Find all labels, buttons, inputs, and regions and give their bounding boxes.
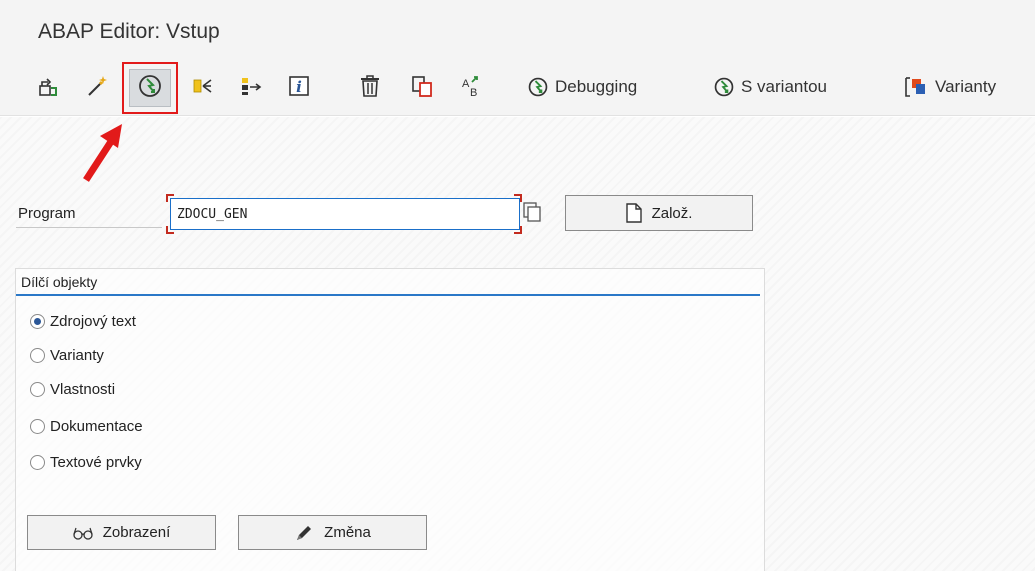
- execute-icon[interactable]: [136, 72, 164, 100]
- debugging-label: Debugging: [555, 77, 638, 96]
- display-label: Zobrazení: [102, 524, 171, 541]
- svg-text:B: B: [470, 87, 477, 99]
- debugging-button[interactable]: Debugging: [527, 72, 637, 102]
- radio-attributes[interactable]: Vlastnosti: [30, 381, 115, 398]
- svg-text:i: i: [296, 78, 302, 96]
- radio-label: Zdrojový text: [50, 313, 136, 330]
- pencil-icon: [297, 525, 312, 540]
- subobjects-title: Dílčí objekty: [21, 274, 98, 290]
- window-title: ABAP Editor: Vstup: [38, 20, 220, 43]
- radio-text-elements[interactable]: Textové prvky: [30, 454, 142, 471]
- change-button[interactable]: Změna: [238, 515, 427, 550]
- radio-button[interactable]: [30, 419, 45, 434]
- radio-label: Vlastnosti: [50, 381, 116, 398]
- new-document-icon: [625, 203, 642, 223]
- radio-button[interactable]: [30, 382, 45, 397]
- variants-label: Varianty: [935, 77, 997, 96]
- radio-source-text[interactable]: Zdrojový text: [30, 313, 136, 330]
- radio-documentation[interactable]: Dokumentace: [30, 418, 143, 435]
- field-marker-top-left: [166, 194, 174, 202]
- program-input[interactable]: [170, 198, 520, 230]
- radio-button[interactable]: [30, 314, 45, 329]
- create-button[interactable]: Založ.: [565, 195, 753, 231]
- field-marker-bottom-left: [166, 226, 174, 234]
- application-toolbar: i A B Debugging S variantou Varianty: [0, 60, 1035, 116]
- radio-button[interactable]: [30, 348, 45, 363]
- variants-icon: [905, 77, 925, 97]
- variants-button[interactable]: Varianty: [903, 72, 996, 102]
- debugging-icon: [528, 77, 548, 97]
- with-variant-label: S variantou: [741, 77, 827, 96]
- annotation-arrow-icon: [83, 124, 122, 182]
- title-bar: ABAP Editor: Vstup: [0, 0, 1035, 60]
- delete-icon[interactable]: [356, 72, 384, 100]
- object-list-icon[interactable]: [237, 72, 265, 100]
- change-label: Změna: [324, 524, 371, 541]
- program-label-underline: [16, 227, 162, 228]
- radio-variants[interactable]: Varianty: [30, 347, 104, 364]
- display-button[interactable]: Zobrazení: [27, 515, 216, 550]
- value-help-icon[interactable]: [522, 200, 542, 224]
- wizard-icon[interactable]: [83, 72, 111, 100]
- info-icon[interactable]: i: [285, 72, 313, 100]
- subobjects-title-underline: [16, 294, 760, 296]
- field-marker-bottom-right: [514, 226, 522, 234]
- copy-icon[interactable]: [408, 72, 436, 100]
- glasses-icon: [73, 527, 93, 540]
- radio-label: Dokumentace: [50, 418, 143, 435]
- radio-button[interactable]: [30, 455, 45, 470]
- radio-label: Textové prvky: [50, 454, 142, 471]
- where-used-icon[interactable]: [189, 72, 217, 100]
- execute-with-variant-button[interactable]: S variantou: [713, 72, 827, 102]
- execute-variant-icon: [714, 77, 734, 97]
- rename-icon[interactable]: A B: [458, 72, 486, 100]
- create-label: Založ.: [651, 204, 693, 222]
- other-object-icon[interactable]: [34, 72, 62, 100]
- svg-text:A: A: [462, 78, 470, 90]
- radio-label: Varianty: [50, 347, 104, 364]
- program-label: Program: [18, 205, 76, 222]
- field-marker-top-right: [514, 194, 522, 202]
